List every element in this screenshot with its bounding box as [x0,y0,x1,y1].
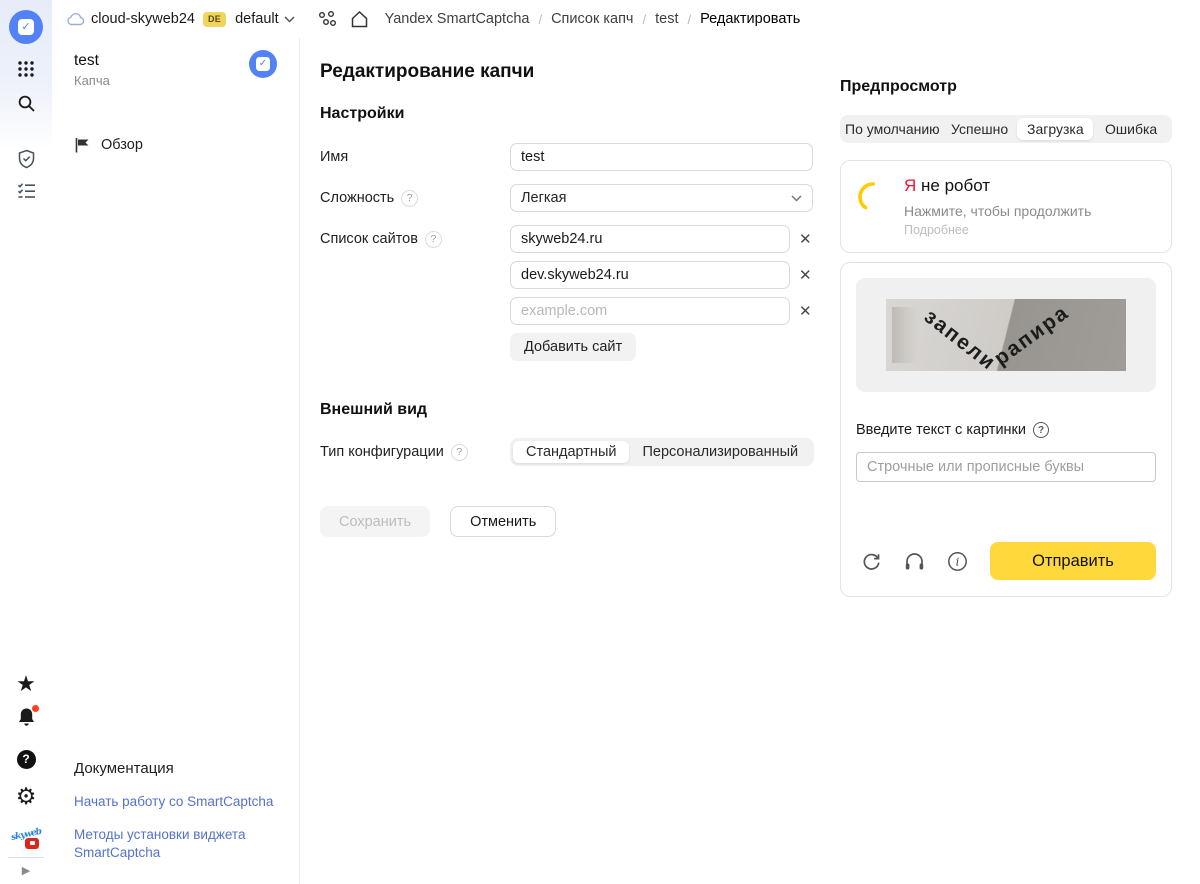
save-button[interactable]: Сохранить [320,506,430,537]
difficulty-select[interactable]: Легкая [510,184,813,212]
name-label: Имя [320,149,510,165]
rail-divider [8,857,44,858]
chevron-down-icon[interactable] [284,16,295,23]
captcha-help-icon[interactable]: ? [1033,422,1049,438]
sites-label: Список сайтов ? [320,231,510,248]
tab-default[interactable]: По умолчанию [843,118,942,140]
captcha-image-panel: запели рапира [856,278,1156,392]
folder-name[interactable]: default [235,11,279,27]
breadcrumb-service[interactable]: Yandex SmartCaptcha [385,11,530,27]
flag-icon [74,137,91,153]
name-input[interactable] [510,143,813,171]
tab-success[interactable]: Успешно [942,118,1018,140]
captcha-word-1: запели [919,305,1000,371]
config-type-label: Тип конфигурации ? [320,444,510,461]
info-icon[interactable]: i [947,551,968,572]
remove-site-icon[interactable]: ✕ [799,232,812,247]
preview-panel: Предпросмотр По умолчанию Успешно Загруз… [840,38,1172,597]
captcha-answer-input[interactable] [856,452,1156,482]
chevron-down-icon [791,195,802,202]
expand-sidebar-button[interactable]: ▶ [0,862,52,878]
cancel-button[interactable]: Отменить [450,506,556,537]
captcha-word-2: рапира [990,301,1074,371]
shield-check-icon[interactable] [0,148,52,170]
documentation-block: Документация Начать работу со SmartCaptc… [74,760,281,862]
notification-dot [32,705,39,712]
config-type-help-icon[interactable]: ? [451,444,468,461]
svg-text:i: i [956,554,960,568]
tab-loading[interactable]: Загрузка [1017,118,1093,140]
cloud-name[interactable]: cloud-skyweb24 [91,11,195,27]
services-cluster-icon[interactable] [317,10,337,29]
difficulty-label: Сложность ? [320,190,510,207]
resource-type: Капча [74,73,279,88]
logo-check-icon: ✓ [18,19,34,35]
preview-state-tabs: По умолчанию Успешно Загрузка Ошибка [840,115,1172,143]
config-option-personalized[interactable]: Персонализированный [629,441,811,463]
widget-subtitle: Нажмите, чтобы продолжить [904,203,1091,219]
config-option-standard[interactable]: Стандартный [513,441,629,463]
docs-heading: Документация [74,760,281,777]
resource-sidebar: test Капча ✓ Обзор Документация Начать р… [52,38,300,884]
add-site-button[interactable]: Добавить сайт [510,333,636,361]
preview-heading: Предпросмотр [840,78,1172,96]
sidebar-item-label: Обзор [101,137,143,153]
environment-badge[interactable]: DE [203,12,226,27]
remove-site-icon[interactable]: ✕ [799,304,812,319]
sidebar-item-overview[interactable]: Обзор [52,128,299,162]
services-grid-icon[interactable] [0,58,52,80]
yandex-cloud-logo[interactable]: ✓ [0,10,52,44]
site-input-2[interactable] [510,261,790,289]
breadcrumb-current: Редактировать [700,11,800,27]
difficulty-value: Легкая [521,190,566,206]
audio-captcha-icon[interactable] [904,552,925,571]
loading-spinner-icon [856,180,890,214]
widget-more-link[interactable]: Подробнее [904,223,1091,237]
captcha-service-badge: ✓ [249,50,277,78]
badge-check-icon: ✓ [256,57,270,71]
site-input-3[interactable] [510,297,790,325]
breadcrumb-captcha[interactable]: test [655,11,678,27]
refresh-icon[interactable] [861,551,882,572]
remove-site-icon[interactable]: ✕ [799,268,812,283]
skyweb-account-logo[interactable]: skyweb [0,824,52,854]
tab-error[interactable]: Ошибка [1093,118,1169,140]
config-type-segmented: Стандартный Персонализированный [510,438,814,466]
breadcrumb: Yandex SmartCaptcha / Список капч / test… [385,11,801,27]
widget-title: Я не робот [904,176,1091,196]
help-icon[interactable]: ? [0,748,52,770]
captcha-input-label: Введите текст с картинки ? [856,422,1156,438]
site-input-1[interactable] [510,225,790,253]
breadcrumb-captcha-list[interactable]: Список капч [551,11,633,27]
icon-rail: ✓ ★ [0,0,52,884]
doc-link-getting-started[interactable]: Начать работу со SmartCaptcha [74,793,281,811]
captcha-challenge-preview: запели рапира Введите текст с картинки ? [840,262,1172,597]
settings-gear-icon[interactable]: ⚙ [0,784,52,808]
doc-link-widget-install[interactable]: Методы установки виджета SmartCaptcha [74,826,281,862]
cloud-icon [66,12,85,26]
favorites-star-icon[interactable]: ★ [0,672,52,696]
sites-help-icon[interactable]: ? [425,231,442,248]
top-header: cloud-skyweb24 DE default Yandex SmartCa… [52,0,1200,38]
notifications-bell-icon[interactable] [0,708,52,732]
captcha-image: запели рапира [886,299,1126,371]
home-icon[interactable] [350,10,369,29]
search-icon[interactable] [0,92,52,114]
operations-list-icon[interactable] [0,180,52,202]
captcha-widget-preview: Я не робот Нажмите, чтобы продолжить Под… [840,160,1172,253]
captcha-submit-button[interactable]: Отправить [990,542,1156,580]
difficulty-help-icon[interactable]: ? [401,190,418,207]
